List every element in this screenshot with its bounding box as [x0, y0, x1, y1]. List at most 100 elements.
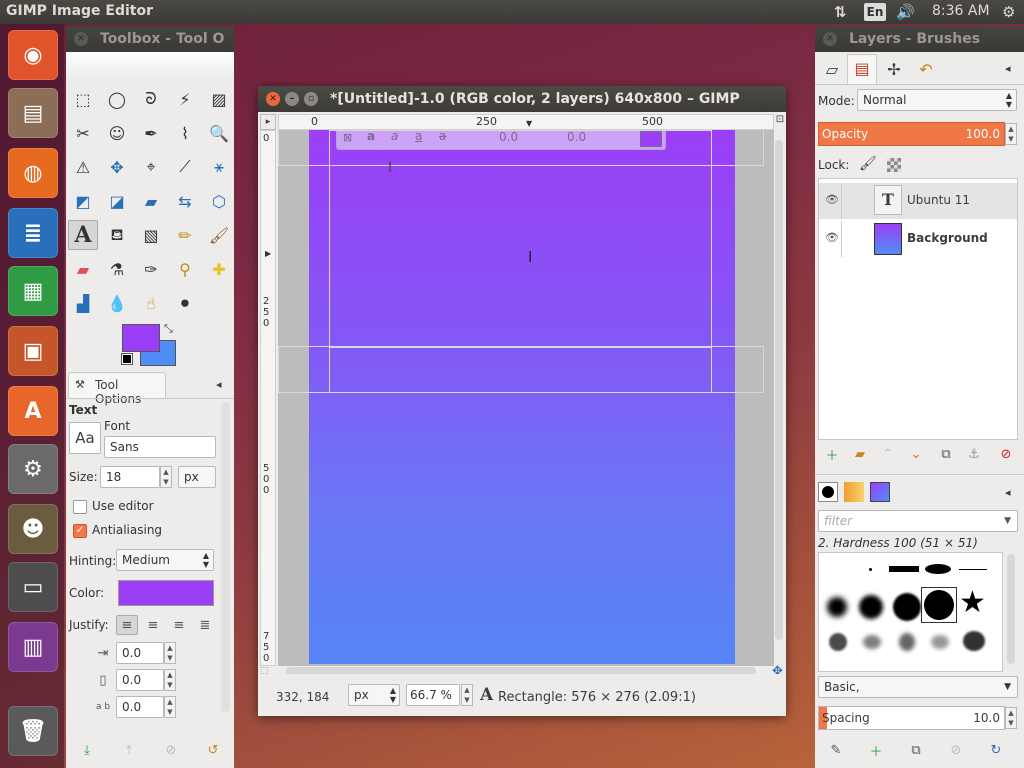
save-options-icon[interactable]: ⤓ — [76, 740, 98, 760]
brush-soft-1[interactable] — [827, 597, 847, 617]
writer-icon[interactable]: ≣ — [8, 208, 58, 258]
blur-icon[interactable]: 💧 — [104, 290, 130, 316]
rectangle-selection[interactable] — [329, 130, 712, 348]
layer-name[interactable]: Background — [907, 231, 988, 245]
brush-selected-frame[interactable] — [921, 587, 957, 623]
dodge-burn-icon[interactable]: ⚫ — [172, 290, 198, 316]
tool-options-scrollbar[interactable] — [221, 402, 230, 712]
vertical-scroll-thumb[interactable] — [775, 140, 783, 640]
airbrush-icon[interactable]: ⚗ — [104, 256, 130, 282]
eye-icon[interactable]: 👁 — [825, 193, 839, 206]
brush-star-icon[interactable]: ★ — [959, 585, 986, 620]
brush-spray-1[interactable] — [829, 633, 847, 651]
clone-icon[interactable]: ⚲ — [172, 256, 198, 282]
mode-select[interactable]: Normal ▲ ▼ — [857, 89, 1017, 111]
restore-options-icon[interactable]: ⤒ — [118, 740, 140, 760]
new-layer-group-icon[interactable]: ▰ — [849, 444, 871, 464]
close-icon[interactable]: ✕ — [74, 32, 88, 46]
layer-row-background[interactable]: 👁 Background — [819, 221, 1017, 257]
keyboard-language-indicator[interactable]: En — [864, 3, 886, 21]
default-colors-icon[interactable] — [121, 353, 133, 365]
zoom-input[interactable]: 66.7 % — [406, 684, 460, 706]
delete-brush-icon[interactable]: ⊘ — [945, 740, 967, 760]
layers-list[interactable]: 👁 T Ubuntu 11 👁 Background — [818, 178, 1018, 440]
save-disk-icon[interactable]: ▭ — [8, 562, 58, 612]
ink-icon[interactable]: ✑ — [138, 256, 164, 282]
ellipse-select-icon[interactable]: ◯ — [104, 86, 130, 112]
paths-icon[interactable]: ✒ — [138, 120, 164, 146]
foreground-select-icon[interactable]: ☺ — [104, 120, 130, 146]
navigate-icon[interactable]: ⊡ — [774, 114, 786, 130]
align-icon[interactable]: ⌖ — [138, 154, 164, 180]
tab-channels-icon[interactable]: ▤ — [847, 54, 877, 84]
justify-left-icon[interactable]: ≡ — [116, 615, 138, 635]
perspective-clone-icon[interactable]: ▟ — [70, 290, 96, 316]
use-editor-checkbox[interactable] — [73, 500, 87, 514]
text-tool-icon[interactable]: A — [68, 220, 98, 250]
scissors-icon[interactable]: ✂ — [70, 120, 96, 146]
chain-column[interactable] — [841, 183, 842, 219]
tab-brushes-icon[interactable] — [818, 482, 838, 502]
spacing-slider[interactable]: Spacing 10.0 — [818, 706, 1005, 730]
heal-icon[interactable]: ✚ — [206, 256, 232, 282]
tab-menu-icon[interactable]: ◂ — [1005, 62, 1011, 75]
brush-line[interactable] — [959, 569, 987, 570]
new-layer-icon[interactable]: ＋ — [821, 444, 843, 464]
brushes-grid[interactable]: ★ — [818, 552, 1003, 672]
reset-options-icon[interactable]: ↺ — [202, 740, 224, 760]
flip-icon[interactable]: ⇆ — [172, 188, 198, 214]
tab-patterns-icon[interactable] — [844, 482, 864, 502]
tab-layers-icon[interactable]: ▱ — [819, 56, 845, 84]
shear-icon[interactable]: ▰ — [138, 188, 164, 214]
zoom-spinner[interactable]: ▲ ▼ — [461, 684, 473, 706]
toolbox-titlebar[interactable]: ✕ Toolbox - Tool O — [66, 26, 234, 52]
tab-paths-icon[interactable]: ✢ — [881, 56, 907, 84]
duplicate-brush-icon[interactable]: ⧉ — [905, 740, 927, 760]
calc-icon[interactable]: ▦ — [8, 266, 58, 316]
justify-center-icon[interactable]: ≡ — [168, 615, 190, 635]
tab-menu-icon[interactable]: ◂ — [216, 378, 222, 391]
scale-icon[interactable]: ◪ — [104, 188, 130, 214]
close-window-icon[interactable]: ✕ — [266, 92, 280, 106]
brush-spray-5[interactable] — [963, 631, 985, 651]
volume-icon[interactable]: 🔊 — [896, 3, 915, 21]
antialiasing-checkbox[interactable]: ✓ — [73, 524, 87, 538]
ubuntu-dash-icon[interactable]: ◉ — [8, 30, 58, 80]
impress-icon[interactable]: ▣ — [8, 326, 58, 376]
rect-select-icon[interactable]: ⬚ — [70, 86, 96, 112]
tab-gradients-icon[interactable] — [870, 482, 890, 502]
close-icon[interactable]: ✕ — [823, 32, 837, 46]
tab-tool-options[interactable]: ⚒ Tool Options — [68, 372, 166, 406]
opacity-spinner[interactable]: ▲ ▼ — [1005, 123, 1017, 145]
layers-titlebar[interactable]: ✕ Layers - Brushes — [815, 26, 1024, 52]
indent-spinner[interactable]: ▲ ▼ — [164, 642, 176, 664]
zoom-icon[interactable]: 🔍 — [206, 120, 232, 146]
handle-left[interactable] — [278, 346, 330, 393]
firefox-icon[interactable]: ◍ — [8, 148, 58, 198]
font-input[interactable]: Sans — [104, 436, 216, 458]
swap-colors-icon[interactable]: ⤡ — [164, 322, 173, 336]
brush-tiny[interactable] — [869, 568, 872, 571]
line-spacing-spinner[interactable]: ▲ ▼ — [164, 669, 176, 691]
lock-pixels-icon[interactable]: 🖌 — [859, 156, 877, 172]
pencil-icon[interactable]: ✏ — [172, 222, 198, 248]
paintbrush-icon[interactable]: 🖌 — [206, 222, 232, 248]
horizontal-ruler[interactable]: 0 250 500 ▼ — [278, 114, 774, 130]
canvas-area[interactable]: ⊠ a a a a 0.0 0.0 I I — [278, 130, 774, 666]
vertical-ruler[interactable]: 0 250 500 750 ▶ — [260, 130, 276, 666]
network-icon[interactable]: ⇅ — [834, 3, 847, 21]
files-icon[interactable]: ▤ — [8, 88, 58, 138]
brush-block[interactable] — [889, 566, 919, 572]
letter-spacing-input[interactable]: 0.0 — [116, 696, 164, 718]
justify-fill-icon[interactable]: ≣ — [194, 615, 216, 635]
delete-options-icon[interactable]: ⊘ — [160, 740, 182, 760]
tab-menu-icon[interactable]: ◂ — [1005, 486, 1011, 499]
system-settings-icon[interactable]: ⚙ — [8, 444, 58, 494]
unit-select[interactable]: px ▲ ▼ — [348, 684, 400, 706]
image-menu-icon[interactable]: ▸ — [260, 114, 276, 130]
hinting-select[interactable]: Medium ▲ ▼ — [116, 549, 214, 571]
delete-layer-icon[interactable]: ⊘ — [995, 444, 1017, 464]
crop-icon[interactable]: ⟋ — [172, 154, 198, 180]
size-unit-select[interactable]: px — [178, 466, 216, 488]
unified-transform-icon[interactable]: ⚹ — [206, 154, 232, 180]
